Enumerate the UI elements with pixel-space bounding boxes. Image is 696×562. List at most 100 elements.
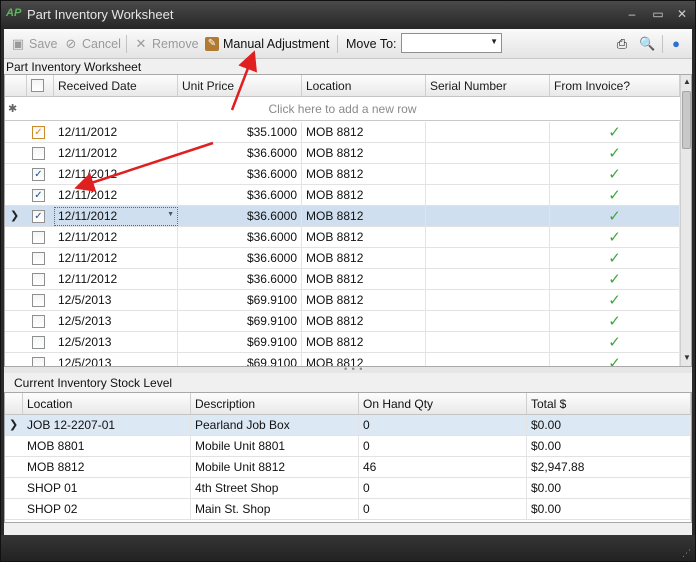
table-row[interactable]: MOB 8812 Mobile Unit 8812 46 $2,947.88 xyxy=(5,457,691,478)
location-cell[interactable]: MOB 8812 xyxy=(302,227,426,248)
title-bar[interactable]: AP Part Inventory Worksheet – ▭ ✕ xyxy=(1,1,695,29)
minimize-button[interactable]: – xyxy=(623,6,641,22)
unit-price-cell[interactable]: $36.6000 xyxy=(178,248,302,269)
location-cell[interactable]: MOB 8812 xyxy=(302,248,426,269)
on-hand-qty-cell[interactable]: 0 xyxy=(359,499,527,520)
unit-price-cell[interactable]: $35.1000 xyxy=(178,122,302,143)
location-cell[interactable]: MOB 8812 xyxy=(302,164,426,185)
col-location[interactable]: Location xyxy=(23,393,191,415)
serial-number-cell[interactable] xyxy=(426,311,550,332)
row-checkbox[interactable]: ✓ xyxy=(32,126,45,139)
table-row[interactable]: 12/5/2013 $69.9100 MOB 8812 ✓ xyxy=(5,290,680,311)
description-cell[interactable]: Mobile Unit 8801 xyxy=(191,436,359,457)
col-received-date[interactable]: Received Date xyxy=(54,75,178,97)
row-checkbox[interactable]: ✓ xyxy=(32,168,45,181)
location-cell[interactable]: MOB 8812 xyxy=(23,457,191,478)
on-hand-qty-cell[interactable]: 0 xyxy=(359,415,527,436)
table-row[interactable]: 12/5/2013 $69.9100 MOB 8812 ✓ xyxy=(5,353,680,366)
from-invoice-cell[interactable]: ✓ xyxy=(550,164,680,185)
location-cell[interactable]: MOB 8812 xyxy=(302,290,426,311)
location-cell[interactable]: MOB 8812 xyxy=(302,122,426,143)
row-checkbox[interactable]: ✓ xyxy=(32,189,45,202)
print-button[interactable]: ⎙ xyxy=(615,34,629,54)
from-invoice-cell[interactable]: ✓ xyxy=(550,311,680,332)
unit-price-cell[interactable]: $69.9100 xyxy=(178,311,302,332)
received-date-cell[interactable]: 12/11/2012 xyxy=(54,269,178,290)
table-row[interactable]: 12/11/2012 $36.6000 MOB 8812 ✓ xyxy=(5,143,680,164)
table-row[interactable]: MOB 8801 Mobile Unit 8801 0 $0.00 xyxy=(5,436,691,457)
row-checkbox[interactable] xyxy=(32,273,45,286)
serial-number-cell[interactable] xyxy=(426,122,550,143)
total-cell[interactable]: $0.00 xyxy=(527,478,691,499)
table-row[interactable]: ✓ 12/11/2012 $35.1000 MOB 8812 ✓ xyxy=(5,122,680,143)
new-row-prompt[interactable]: ✱ Click here to add a new row xyxy=(5,97,680,121)
unit-price-cell[interactable]: $69.9100 xyxy=(178,290,302,311)
date-editor[interactable]: ▼ xyxy=(54,207,178,226)
location-cell[interactable]: MOB 8812 xyxy=(302,269,426,290)
unit-price-cell[interactable]: $36.6000 xyxy=(178,269,302,290)
table-row[interactable]: ❯ ✓ 12/11/2012 ▼ $36.6000 MOB 8812 ✓ xyxy=(5,206,680,227)
unit-price-cell[interactable]: $36.6000 xyxy=(178,164,302,185)
from-invoice-cell[interactable]: ✓ xyxy=(550,227,680,248)
from-invoice-cell[interactable]: ✓ xyxy=(550,143,680,164)
from-invoice-cell[interactable]: ✓ xyxy=(550,185,680,206)
received-date-cell[interactable]: 12/11/2012 xyxy=(54,248,178,269)
unit-price-cell[interactable]: $36.6000 xyxy=(178,227,302,248)
row-checkbox[interactable] xyxy=(32,294,45,307)
col-on-hand-qty[interactable]: On Hand Qty xyxy=(359,393,527,415)
table-row[interactable]: ❯ JOB 12-2207-01 Pearland Job Box 0 $0.00 xyxy=(5,415,691,436)
total-cell[interactable]: $0.00 xyxy=(527,499,691,520)
location-cell[interactable]: MOB 8812 xyxy=(302,185,426,206)
row-checkbox[interactable] xyxy=(32,357,45,366)
print-preview-button[interactable]: 🔍 xyxy=(639,34,655,54)
description-cell[interactable]: Mobile Unit 8812 xyxy=(191,457,359,478)
from-invoice-cell[interactable]: ✓ xyxy=(550,248,680,269)
from-invoice-cell[interactable]: ✓ xyxy=(550,332,680,353)
help-button[interactable]: ● xyxy=(669,34,683,54)
serial-number-cell[interactable] xyxy=(426,290,550,311)
serial-number-cell[interactable] xyxy=(426,269,550,290)
received-date-cell[interactable]: 12/11/2012 xyxy=(54,143,178,164)
col-location[interactable]: Location xyxy=(302,75,426,97)
table-row[interactable]: SHOP 02 Main St. Shop 0 $0.00 xyxy=(5,499,691,520)
row-checkbox[interactable]: ✓ xyxy=(32,210,45,223)
chevron-down-icon[interactable]: ▼ xyxy=(167,211,174,218)
table-row[interactable]: 12/11/2012 $36.6000 MOB 8812 ✓ xyxy=(5,269,680,290)
total-cell[interactable]: $0.00 xyxy=(527,415,691,436)
unit-price-cell[interactable]: $69.9100 xyxy=(178,353,302,366)
row-checkbox[interactable] xyxy=(32,315,45,328)
received-date-cell[interactable]: 12/5/2013 xyxy=(54,332,178,353)
received-date-cell[interactable]: 12/5/2013 xyxy=(54,353,178,366)
table-row[interactable]: 12/5/2013 $69.9100 MOB 8812 ✓ xyxy=(5,332,680,353)
close-button[interactable]: ✕ xyxy=(673,6,691,22)
from-invoice-cell[interactable]: ✓ xyxy=(550,269,680,290)
total-cell[interactable]: $0.00 xyxy=(527,436,691,457)
table-row[interactable]: ✓ 12/11/2012 $36.6000 MOB 8812 ✓ xyxy=(5,185,680,206)
select-all-header[interactable] xyxy=(27,75,54,97)
row-checkbox[interactable] xyxy=(32,231,45,244)
scroll-up-icon[interactable]: ▲ xyxy=(682,77,691,86)
col-serial-number[interactable]: Serial Number xyxy=(426,75,550,97)
scroll-down-icon[interactable]: ▼ xyxy=(682,353,691,362)
description-cell[interactable]: Pearland Job Box xyxy=(191,415,359,436)
location-cell[interactable]: SHOP 02 xyxy=(23,499,191,520)
table-row[interactable]: SHOP 01 4th Street Shop 0 $0.00 xyxy=(5,478,691,499)
location-cell[interactable]: MOB 8812 xyxy=(302,311,426,332)
maximize-button[interactable]: ▭ xyxy=(649,6,667,22)
serial-number-cell[interactable] xyxy=(426,185,550,206)
serial-number-cell[interactable] xyxy=(426,353,550,366)
received-date-cell[interactable]: 12/11/2012 xyxy=(54,164,178,185)
received-date-cell[interactable]: 12/5/2013 xyxy=(54,311,178,332)
location-cell[interactable]: SHOP 01 xyxy=(23,478,191,499)
on-hand-qty-cell[interactable]: 0 xyxy=(359,478,527,499)
select-all-checkbox[interactable] xyxy=(31,79,44,92)
move-to-dropdown[interactable]: ▼ xyxy=(401,33,502,53)
from-invoice-cell[interactable]: ✓ xyxy=(550,290,680,311)
location-cell[interactable]: MOB 8812 xyxy=(302,143,426,164)
table-row[interactable]: 12/11/2012 $36.6000 MOB 8812 ✓ xyxy=(5,248,680,269)
unit-price-cell[interactable]: $36.6000 xyxy=(178,185,302,206)
row-checkbox[interactable] xyxy=(32,336,45,349)
serial-number-cell[interactable] xyxy=(426,332,550,353)
serial-number-cell[interactable] xyxy=(426,143,550,164)
vertical-scrollbar[interactable]: ▲ ▼ xyxy=(680,75,691,366)
